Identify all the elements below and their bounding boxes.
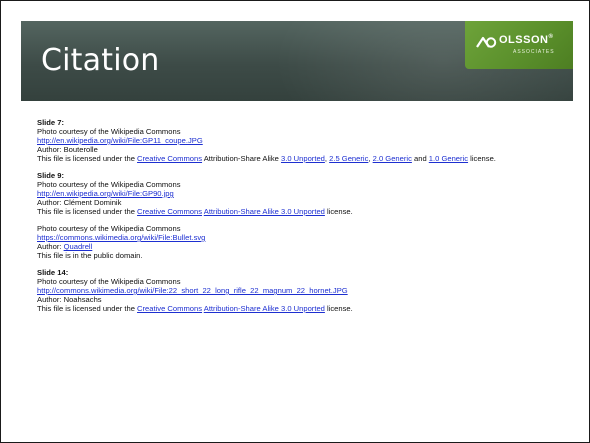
license-line: This file is licensed under the Creative… bbox=[37, 304, 353, 313]
registered-mark: ® bbox=[548, 34, 554, 40]
author-line: Author: Clément Dominik bbox=[37, 198, 122, 207]
courtesy-text: Photo courtesy of the Wikipedia Commons bbox=[37, 180, 181, 189]
source-link[interactable]: https://commons.wikimedia.org/wiki/File:… bbox=[37, 233, 205, 242]
citation-list: Slide 7: Photo courtesy of the Wikipedia… bbox=[37, 118, 557, 321]
source-link[interactable]: http://en.wikipedia.org/wiki/File:GP90.j… bbox=[37, 189, 174, 198]
license-3-0-unported-link[interactable]: 3.0 Unported bbox=[281, 154, 325, 163]
citation-slide-7: Slide 7: Photo courtesy of the Wikipedia… bbox=[37, 118, 557, 163]
author-line: Author: Bouterolle bbox=[37, 145, 98, 154]
citation-heading: Slide 9: bbox=[37, 171, 65, 180]
author-line: Author: Quadrell bbox=[37, 242, 93, 251]
creative-commons-link[interactable]: Creative Commons bbox=[137, 207, 202, 216]
attribution-share-alike-link[interactable]: Attribution-Share Alike 3.0 Unported bbox=[204, 207, 325, 216]
title-banner: Citation OLSSON® ASSOCIATES bbox=[21, 21, 573, 101]
author-name: Noahsachs bbox=[63, 295, 102, 304]
logo-text: OLSSON® bbox=[499, 34, 554, 46]
citation-heading: Slide 14: bbox=[37, 268, 69, 277]
page-title: Citation bbox=[41, 43, 160, 78]
author-name: Clément Dominik bbox=[63, 198, 122, 207]
olsson-logo: OLSSON® ASSOCIATES bbox=[465, 21, 573, 69]
license-line: This file is licensed under the Creative… bbox=[37, 154, 496, 163]
citation-slide-9: Slide 9: Photo courtesy of the Wikipedia… bbox=[37, 171, 557, 216]
author-line: Author: Noahsachs bbox=[37, 295, 102, 304]
olsson-logo-mark-icon bbox=[476, 36, 497, 48]
public-domain-note: This file is in the public domain. bbox=[37, 251, 143, 260]
license-line: This file is licensed under the Creative… bbox=[37, 207, 353, 216]
courtesy-text: Photo courtesy of the Wikipedia Commons bbox=[37, 127, 181, 136]
logo-subtext: ASSOCIATES bbox=[513, 49, 555, 55]
citation-bullet-svg: Photo courtesy of the Wikipedia Commons … bbox=[37, 224, 557, 260]
source-link[interactable]: http://commons.wikimedia.org/wiki/File:2… bbox=[37, 286, 348, 295]
license-2-5-generic-link[interactable]: 2.5 Generic bbox=[329, 154, 368, 163]
citation-slide-14: Slide 14: Photo courtesy of the Wikipedi… bbox=[37, 268, 557, 313]
license-2-0-generic-link[interactable]: 2.0 Generic bbox=[373, 154, 412, 163]
author-link[interactable]: Quadrell bbox=[64, 242, 93, 251]
source-link[interactable]: http://en.wikipedia.org/wiki/File:GP11_c… bbox=[37, 136, 203, 145]
courtesy-text: Photo courtesy of the Wikipedia Commons bbox=[37, 277, 181, 286]
attribution-share-alike-link[interactable]: Attribution-Share Alike 3.0 Unported bbox=[204, 304, 325, 313]
license-1-0-generic-link[interactable]: 1.0 Generic bbox=[429, 154, 468, 163]
courtesy-text: Photo courtesy of the Wikipedia Commons bbox=[37, 224, 181, 233]
author-name: Bouterolle bbox=[63, 145, 98, 154]
creative-commons-link[interactable]: Creative Commons bbox=[137, 154, 202, 163]
creative-commons-link[interactable]: Creative Commons bbox=[137, 304, 202, 313]
slide: Citation OLSSON® ASSOCIATES Slide 7: Pho… bbox=[0, 0, 590, 443]
citation-heading: Slide 7: bbox=[37, 118, 65, 127]
